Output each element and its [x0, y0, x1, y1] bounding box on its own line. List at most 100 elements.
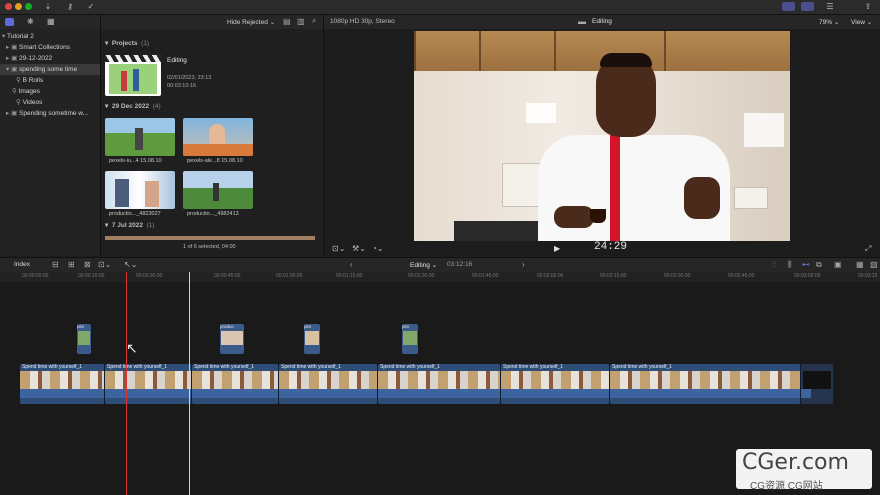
clip-thumbnail-strip[interactable]	[105, 236, 315, 240]
select-tool-icon[interactable]: ↖⌄	[124, 260, 137, 269]
primary-clip[interactable]: Spend time with yourself_1	[105, 364, 192, 404]
import-icon[interactable]: ⇣	[42, 2, 54, 12]
clip-thumbnail[interactable]	[183, 118, 253, 156]
sidebar-item-spending-some-time[interactable]: ▾ ▣ spending some time	[0, 64, 100, 75]
enhance-icon[interactable]: ⚒⌄	[352, 244, 366, 253]
connected-clip[interactable]: produc	[220, 324, 244, 354]
clip-thumbnail[interactable]	[183, 171, 253, 209]
timeline-project-popup[interactable]: Editing ⌄	[410, 261, 437, 269]
ruler-tick-label: 00:00:30:00	[136, 273, 163, 279]
index-button[interactable]: Index	[14, 261, 30, 268]
forward-arrow-icon[interactable]: ›	[522, 260, 525, 269]
primary-clip[interactable]: Spend time with yourself_1	[501, 364, 610, 404]
clip-appearance-timeline-icon[interactable]: ▣	[834, 260, 842, 269]
append-clip-icon[interactable]: ⊠	[84, 260, 91, 269]
clip-thumbnail[interactable]	[105, 118, 175, 156]
sidebar-item-images[interactable]: ⚲ Images	[0, 86, 100, 97]
back-arrow-icon[interactable]: ‹	[350, 260, 353, 269]
sidebar-item-videos[interactable]: ⚲ Videos	[0, 97, 100, 108]
play-button[interactable]: ▶	[554, 244, 560, 253]
browser-status: 1 of 6 selected, 04:00	[183, 244, 236, 250]
clip-caption: productio..._4823027	[109, 211, 161, 217]
connected-clip[interactable]: pex	[402, 324, 418, 354]
project-thumbnail[interactable]	[105, 55, 161, 96]
sidebar-item-event-29-12-2022[interactable]: ▸ ▣ 29-12-2022	[0, 53, 100, 64]
timeline-ruler[interactable]: 00:00:00:00 00:00:15:00 00:00:30:00 00:0…	[0, 272, 880, 282]
sidebar-item-b-rolls[interactable]: ⚲ B Rolls	[0, 75, 100, 86]
view-popup[interactable]: View ⌄	[851, 18, 872, 26]
photos-icon[interactable]: ❋	[27, 17, 34, 26]
solo-icon[interactable]: ⊷	[802, 260, 810, 269]
ruler-tick-label: 00:00:15:00	[78, 273, 105, 279]
projects-section-header[interactable]: ▾ Projects (1)	[105, 39, 149, 47]
primary-clip[interactable]: Spend time with yourself_1	[610, 364, 801, 404]
zoom-popup[interactable]: 79% ⌄	[819, 18, 839, 26]
viewer-title: Editing	[592, 18, 612, 25]
minimize-window-button[interactable]	[15, 3, 22, 10]
timeline-duration: 03:12:16	[447, 261, 473, 268]
skimming-icon[interactable]: ⫶⫶	[772, 260, 776, 270]
primary-clip[interactable]	[801, 364, 834, 404]
snapping-icon[interactable]: ⧉	[816, 260, 822, 270]
clip-thumbnail[interactable]	[105, 171, 175, 209]
library-sidebar: ❋ ▦ ▾ Tutorial 2 ▸ ▣ Smart Collections ▸…	[0, 15, 101, 256]
clip-caption: pexels-iu...4 15.08.10	[109, 158, 162, 164]
share-icon[interactable]: ⇪	[862, 2, 874, 12]
watermark-main: CGer.com	[742, 450, 849, 475]
overwrite-clip-icon[interactable]: ⊡⌄	[98, 260, 111, 269]
ruler-tick-label: 00:02:45:00	[728, 273, 755, 279]
mouse-pointer-icon: ↖	[126, 340, 138, 356]
background-tasks-icon[interactable]: ✓	[85, 2, 97, 12]
project-duration: 00:03:10:16	[167, 83, 197, 89]
event-section-header-2[interactable]: ▾ 7 Jul 2022 (1)	[105, 221, 155, 229]
search-icon[interactable]: ⌕	[312, 16, 316, 26]
project-icon: ▬	[578, 17, 586, 26]
fullscreen-icon[interactable]: ⤢	[865, 244, 871, 254]
connected-clip[interactable]: pex	[77, 324, 91, 354]
speed-icon[interactable]: ◔⌄	[372, 244, 384, 253]
library-toolbar: ❋ ▦	[0, 15, 100, 29]
primary-clip[interactable]: Spend time with yourself_1	[378, 364, 501, 404]
viewer-pane: 1080p HD 30p, Stereo ▬ Editing 79% ⌄ Vie…	[324, 15, 880, 256]
project-date: 02/01/2023, 23:13	[167, 75, 212, 81]
keyword-icon[interactable]: ⚷	[64, 2, 76, 12]
sidebar-item-spending-sometime-w[interactable]: ▸ ▣ Spending sometime w...	[0, 108, 100, 119]
libraries-icon[interactable]	[5, 18, 14, 26]
primary-clip[interactable]: Spend time with yourself_1	[192, 364, 279, 404]
insert-clip-icon[interactable]: ⊞	[68, 260, 75, 269]
zoom-window-button[interactable]	[25, 3, 32, 10]
ruler-tick-label: 00:02:30:00	[664, 273, 691, 279]
timecode-display[interactable]: 24:29	[594, 241, 627, 253]
transitions-browser-icon[interactable]: ▧	[870, 260, 878, 269]
transform-icon[interactable]: ⊡⌄	[332, 244, 345, 253]
library-root[interactable]: ▾ Tutorial 2	[0, 31, 100, 42]
titles-icon[interactable]: ▦	[47, 17, 55, 26]
filmstrip-icon[interactable]: ▥	[297, 17, 305, 26]
timeline-toolbar: Index ⊟ ⊞ ⊠ ⊡⌄ ↖⌄ ‹ Editing ⌄ 03:12:16 ›…	[0, 257, 880, 273]
effects-browser-icon[interactable]: ▦	[856, 260, 864, 269]
connect-clip-icon[interactable]: ⊟	[52, 260, 59, 269]
clip-caption: pexels-ale...8 15.08.10	[187, 158, 243, 164]
close-window-button[interactable]	[5, 3, 12, 10]
ruler-tick-label: 00:02:15:00	[600, 273, 627, 279]
ruler-tick-label: 00:01:15:00	[336, 273, 363, 279]
audio-skimming-icon[interactable]: ⫼	[788, 260, 792, 270]
layout-browser-button[interactable]	[782, 2, 795, 11]
connected-clip[interactable]: pex	[304, 324, 320, 354]
video-frame[interactable]	[414, 31, 790, 241]
sidebar-item-smart-collections[interactable]: ▸ ▣ Smart Collections	[0, 42, 100, 53]
primary-clip[interactable]: Spend time with yourself_1	[279, 364, 378, 404]
project-name: Editing	[167, 57, 187, 64]
watermark-sub: CG资源 CG网站	[750, 481, 823, 492]
ruler-tick-label: 00:02:00:00	[537, 273, 564, 279]
skimmer[interactable]	[126, 272, 127, 495]
clip-appearance-icon[interactable]: ▤	[283, 17, 291, 26]
playhead[interactable]	[189, 272, 190, 495]
primary-clip[interactable]: Spend time with yourself_1	[20, 364, 105, 404]
filter-popup[interactable]: Hide Rejected ⌄	[227, 18, 275, 26]
inspector-icon[interactable]: ☰	[824, 2, 836, 12]
layout-timeline-button[interactable]	[801, 2, 814, 11]
event-section-header[interactable]: ▾ 29 Dec 2022 (4)	[105, 102, 161, 110]
ruler-tick-label: 00:03:15	[858, 273, 878, 279]
browser-pane: Hide Rejected ⌄ ▤ ▥ ⌕ ▾ Projects (1) Edi…	[101, 15, 324, 256]
